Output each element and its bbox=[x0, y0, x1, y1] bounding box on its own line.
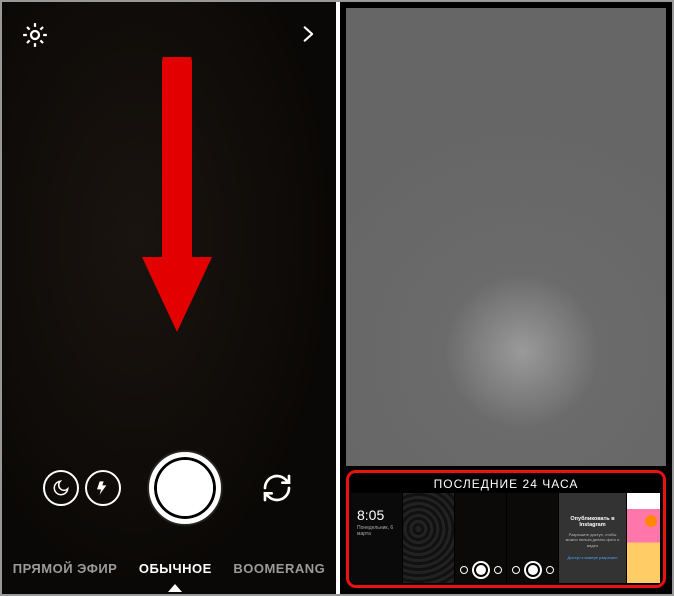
gallery-title: ПОСЛЕДНИЕ 24 ЧАСА bbox=[349, 473, 663, 493]
switch-camera-icon[interactable] bbox=[259, 470, 295, 506]
gallery-screen: ПОСЛЕДНИЕ 24 ЧАСА 8:05 Понедельник, 6 ма… bbox=[340, 2, 672, 594]
camera-controls bbox=[2, 452, 336, 524]
gallery-thumb[interactable] bbox=[403, 493, 455, 583]
mode-normal[interactable]: ОБЫЧНОЕ bbox=[139, 561, 212, 576]
mode-selector[interactable]: ПРЯМОЙ ЭФИР ОБЫЧНОЕ BOOMERANG bbox=[2, 561, 336, 576]
thumb-headline: Опубликовать в Instagram bbox=[563, 516, 622, 528]
shutter-button[interactable] bbox=[149, 452, 221, 524]
mini-icon bbox=[512, 566, 520, 574]
next-chevron-icon[interactable] bbox=[298, 20, 318, 55]
annotation-arrow-down bbox=[137, 57, 217, 337]
camera-viewport: ПРЯМОЙ ЭФИР ОБЫЧНОЕ BOOMERANG bbox=[2, 2, 340, 594]
thumb-clock: 8:05 bbox=[357, 507, 384, 523]
night-mode-icon[interactable] bbox=[43, 470, 79, 506]
mode-boomerang[interactable]: BOOMERANG bbox=[233, 561, 325, 576]
thumb-date: Понедельник, 6 марта bbox=[357, 525, 402, 537]
gallery-thumb[interactable] bbox=[627, 493, 661, 583]
settings-icon[interactable] bbox=[20, 20, 50, 55]
mini-icon bbox=[546, 566, 554, 574]
gallery-thumb[interactable]: Опубликовать в Instagram Разрешите досту… bbox=[559, 493, 627, 583]
gallery-thumbnails[interactable]: 8:05 Понедельник, 6 марта bbox=[349, 493, 663, 585]
thumb-avatar-icon bbox=[645, 515, 657, 527]
flash-icon[interactable] bbox=[85, 470, 121, 506]
mode-live[interactable]: ПРЯМОЙ ЭФИР bbox=[13, 561, 118, 576]
dimmed-backdrop[interactable] bbox=[346, 8, 666, 466]
mini-shutter-icon bbox=[474, 563, 488, 577]
mini-icon bbox=[494, 566, 502, 574]
top-bar bbox=[2, 20, 336, 55]
gallery-thumb[interactable]: 8:05 Понедельник, 6 марта bbox=[351, 493, 403, 583]
gallery-thumb[interactable] bbox=[507, 493, 559, 583]
mini-shutter-icon bbox=[526, 563, 540, 577]
thumb-link: Доступ к камере разрешен bbox=[568, 555, 618, 560]
thumb-subtext: Разрешите доступ, чтобы можно нельзя дел… bbox=[563, 532, 622, 548]
gallery-thumb[interactable] bbox=[455, 493, 507, 583]
recent-gallery-panel: ПОСЛЕДНИЕ 24 ЧАСА 8:05 Понедельник, 6 ма… bbox=[346, 470, 666, 588]
mini-icon bbox=[460, 566, 468, 574]
